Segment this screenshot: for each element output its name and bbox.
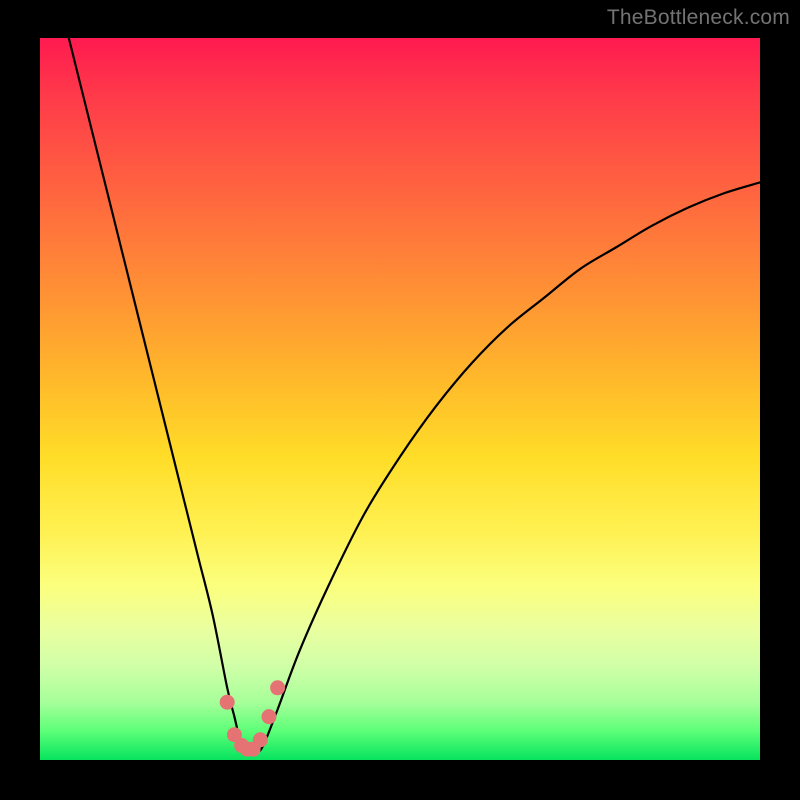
curve-markers [220,680,285,756]
curve-marker [253,732,268,747]
curve-marker [270,680,285,695]
bottleneck-curve [69,38,760,754]
plot-area [40,38,760,760]
curve-layer [40,38,760,760]
curve-marker [261,709,276,724]
chart-frame: TheBottleneck.com [0,0,800,800]
curve-marker [220,695,235,710]
watermark-text: TheBottleneck.com [607,6,790,30]
